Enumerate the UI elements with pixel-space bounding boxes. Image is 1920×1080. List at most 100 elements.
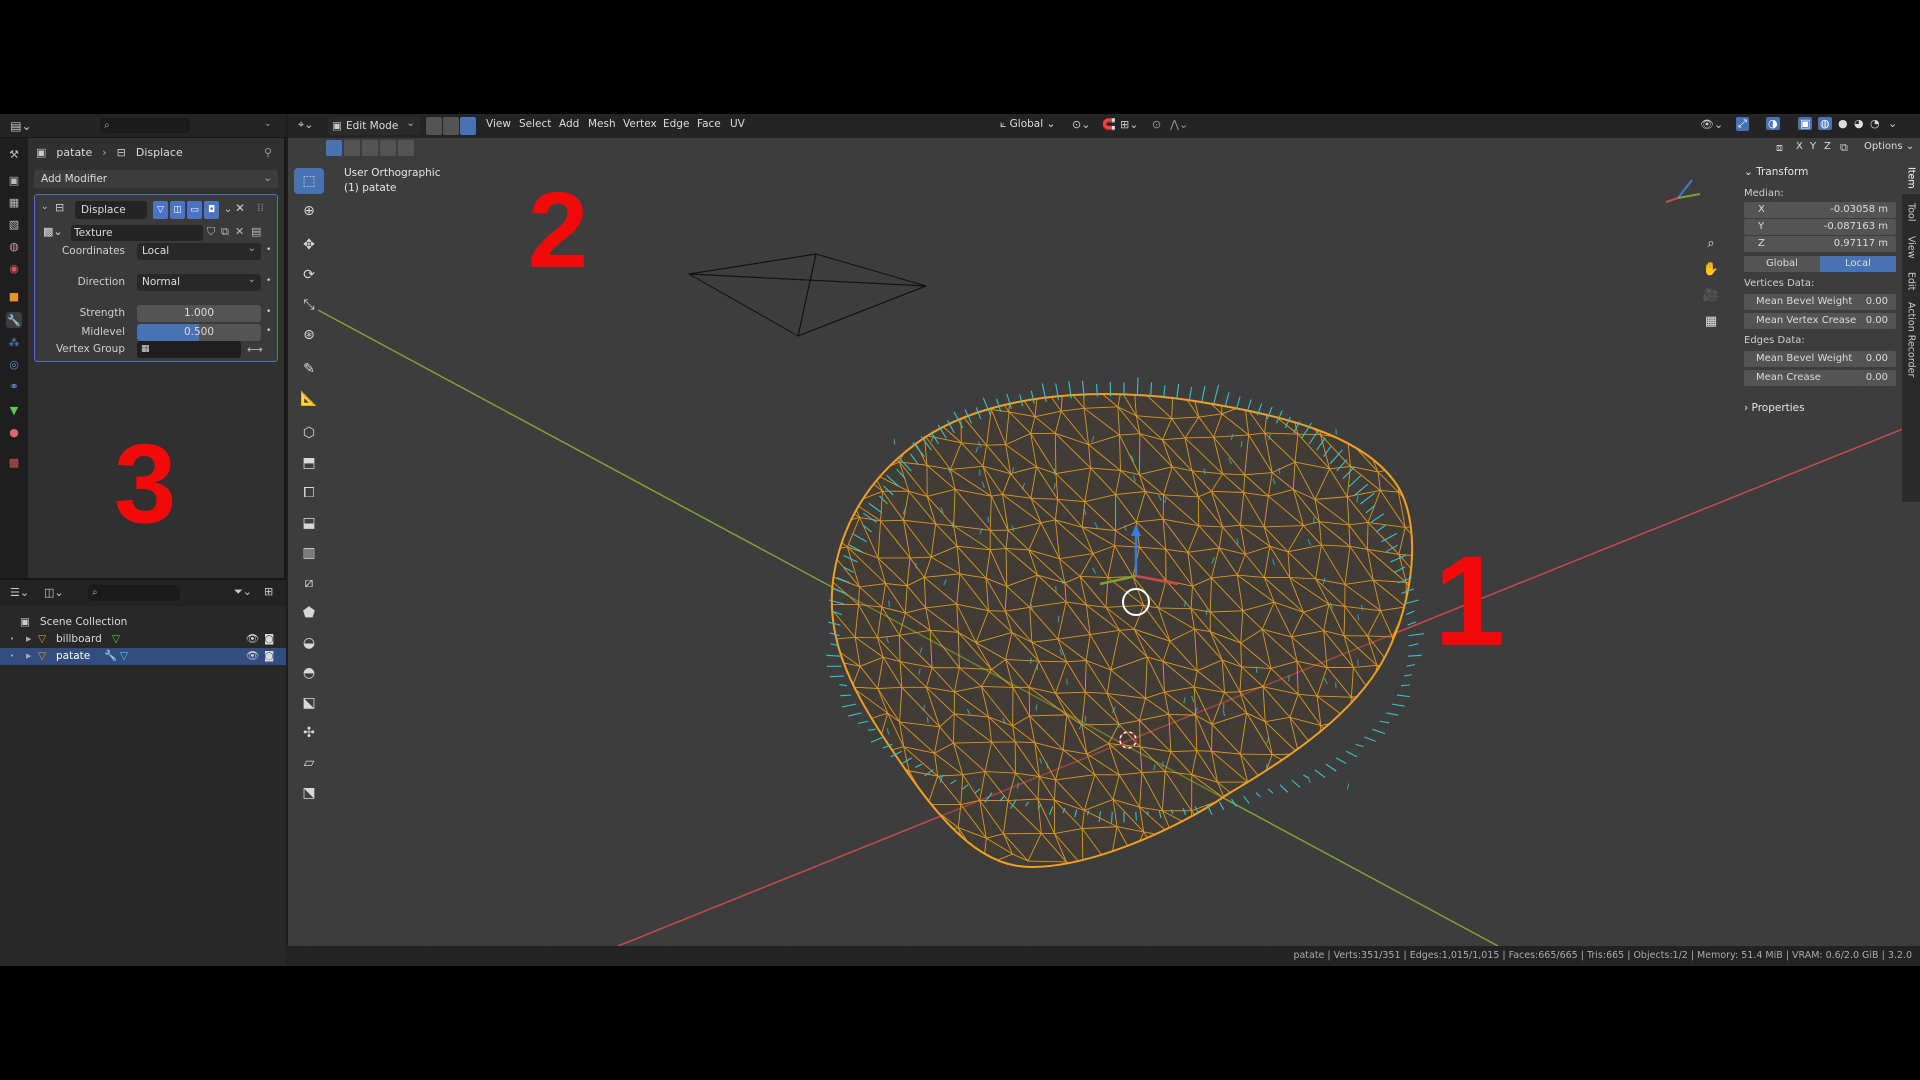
outliner-search-input[interactable]: ⌕ <box>88 585 180 601</box>
select-intersect-icon[interactable] <box>398 140 414 156</box>
bevel-tool-icon[interactable]: ⬓ <box>294 510 324 536</box>
keyframe-dot-icon[interactable]: • <box>266 245 271 255</box>
data-tab-icon[interactable]: ▼ <box>6 402 22 418</box>
physics-tab-icon[interactable]: ◎ <box>6 356 22 372</box>
rendered-shading-icon[interactable]: ◔ <box>1870 117 1880 130</box>
unlink-texture-icon[interactable]: ✕ <box>235 225 244 238</box>
output-tab-icon[interactable]: ▦ <box>6 194 22 210</box>
move-tool-icon[interactable]: ✥ <box>294 232 324 258</box>
menu-edge[interactable]: Edge <box>663 118 689 130</box>
vertex-select-icon[interactable] <box>426 117 442 135</box>
camera-render-icon[interactable]: ◙ <box>264 648 274 665</box>
spin-tool-icon[interactable]: ◒ <box>294 630 324 656</box>
falloff-icon[interactable]: ⋀⌄ <box>1170 118 1188 131</box>
render-tab-icon[interactable]: ▣ <box>6 172 22 188</box>
edge-slide-tool-icon[interactable]: ⬕ <box>294 690 324 716</box>
face-select-icon[interactable] <box>460 117 476 135</box>
on-cage-icon[interactable]: ▽ <box>153 201 168 219</box>
realtime-icon[interactable]: ▭ <box>187 201 202 219</box>
expand-triangle-icon[interactable]: ▶ <box>26 631 31 648</box>
scale-tool-icon[interactable]: ⤡ <box>294 292 324 318</box>
drag-handle-icon[interactable]: ⁞⁞ <box>257 201 264 214</box>
remove-modifier-icon[interactable]: ✕ <box>235 201 245 215</box>
new-texture-icon[interactable]: ⧉ <box>221 225 229 239</box>
median-z-field[interactable]: Z 0.97117 m <box>1744 236 1896 252</box>
local-button[interactable]: Local <box>1820 256 1896 272</box>
smooth-tool-icon[interactable]: ◓ <box>294 660 324 686</box>
edge-bevel-weight-field[interactable]: Mean Bevel Weight 0.00 <box>1744 351 1896 367</box>
pin-icon[interactable]: ⚲ <box>264 146 272 159</box>
extrude-tool-icon[interactable]: ⬒ <box>294 450 324 476</box>
invert-vertex-group-icon[interactable]: ⟷ <box>247 343 263 356</box>
overlay-toggle-icon[interactable]: ◑ <box>1766 117 1780 130</box>
add-modifier-button[interactable]: Add Modifier ⌄ <box>34 170 278 188</box>
edit-mode-icon[interactable]: ◫ <box>170 201 185 219</box>
chevron-down-icon[interactable]: ⌄ <box>264 119 272 129</box>
mirror-z-toggle[interactable]: Z <box>1824 141 1831 152</box>
menu-vertex[interactable]: Vertex <box>623 118 657 130</box>
fake-user-icon[interactable]: ⛉ <box>207 225 215 239</box>
gizmo-toggle-icon[interactable]: ⤢ <box>1736 117 1749 131</box>
view-layer-tab-icon[interactable]: ▧ <box>6 216 22 232</box>
median-x-field[interactable]: X -0.03058 m <box>1744 202 1896 218</box>
global-button[interactable]: Global <box>1744 256 1820 272</box>
camera-view-icon[interactable]: 🎥 <box>1700 284 1722 306</box>
transform-panel-header[interactable]: ⌄ Transform <box>1740 162 1900 182</box>
ortho-grid-icon[interactable]: ▦ <box>1700 310 1722 332</box>
material-tab-icon[interactable]: ● <box>6 424 22 440</box>
texture-tab-icon[interactable]: ▩ <box>6 454 22 470</box>
display-mode-icon[interactable]: ◫⌄ <box>44 586 64 599</box>
editor-type-icon[interactable]: ▤⌄ <box>8 117 34 135</box>
midlevel-slider[interactable]: 0.500 <box>137 324 261 341</box>
new-collection-icon[interactable]: ⊞ <box>264 585 273 598</box>
shading-options-icon[interactable]: ⌄ <box>1888 117 1897 130</box>
direction-dropdown[interactable]: Normal <box>137 271 261 291</box>
visibility-selectability-icon[interactable]: 👁⌄ <box>1700 118 1723 131</box>
vertex-group-field[interactable]: ▦ <box>137 341 241 358</box>
material-shading-icon[interactable]: ◕ <box>1854 117 1864 130</box>
shear-tool-icon[interactable]: ▱ <box>294 750 324 776</box>
select-box-icon[interactable] <box>326 140 342 156</box>
xray-toggle-icon[interactable]: ▣ <box>1798 117 1813 130</box>
snap-icon[interactable]: 🧲 <box>1102 118 1116 131</box>
outliner-item-billboard[interactable]: • ▶ ▽ billboard ▽ 👁 ◙ <box>0 631 286 648</box>
strength-field[interactable]: 1.000 <box>137 305 261 322</box>
proportional-edit-icon[interactable]: ⊙ <box>1152 118 1161 131</box>
tab-tool[interactable]: Tool <box>1902 196 1920 228</box>
select-extend-icon[interactable] <box>344 140 360 156</box>
select-subtract-icon[interactable] <box>362 140 378 156</box>
mean-bevel-weight-field[interactable]: Mean Bevel Weight 0.00 <box>1744 294 1896 310</box>
keyframe-dot-icon[interactable]: • <box>266 307 271 317</box>
menu-select[interactable]: Select <box>519 118 551 130</box>
wireframe-shading-icon[interactable]: ◍ <box>1818 117 1832 130</box>
transform-tool-icon[interactable]: ⊛ <box>294 322 324 348</box>
knife-tool-icon[interactable]: ⧄ <box>294 570 324 596</box>
modifier-tab-icon[interactable]: 🔧 <box>6 312 22 328</box>
expand-triangle-icon[interactable]: ▶ <box>26 648 31 665</box>
3d-viewport[interactable]: ⌖⌄ ▣ Edit Mode ⌄ View Select Add Mesh Ve… <box>288 114 1920 946</box>
menu-face[interactable]: Face <box>697 118 721 130</box>
visibility-eye-icon[interactable]: 👁 <box>246 648 259 665</box>
select-invert-icon[interactable] <box>380 140 396 156</box>
filter-icon[interactable]: ⏷⌄ <box>234 585 252 599</box>
shrink-fatten-tool-icon[interactable]: ✣ <box>294 720 324 746</box>
keyframe-dot-icon[interactable]: • <box>266 326 271 336</box>
constraints-tab-icon[interactable]: ⚭ <box>6 378 22 394</box>
tab-item[interactable]: Item <box>1902 162 1920 194</box>
mode-selector[interactable]: ▣ Edit Mode ⌄ <box>328 117 420 135</box>
mean-vertex-crease-field[interactable]: Mean Vertex Crease 0.00 <box>1744 313 1896 329</box>
world-tab-icon[interactable]: ◉ <box>6 260 22 276</box>
menu-uv[interactable]: UV <box>730 118 745 130</box>
camera-render-icon[interactable]: ◙ <box>264 631 274 648</box>
transform-orientation-dropdown[interactable]: ⟀ Global ⌄ <box>1000 118 1055 131</box>
outliner-item-patate[interactable]: • ▶ ▽ patate 🔧 ▽ 👁 ◙ <box>0 648 286 665</box>
median-y-field[interactable]: Y -0.087163 m <box>1744 219 1896 235</box>
visibility-eye-icon[interactable]: 👁 <box>246 631 259 648</box>
menu-add[interactable]: Add <box>559 118 579 130</box>
menu-view[interactable]: View <box>486 118 511 130</box>
mirror-icon[interactable]: ⧈ <box>1776 141 1783 155</box>
auto-merge-icon[interactable]: ⧉ <box>1840 141 1848 155</box>
properties-panel-header[interactable]: › Properties <box>1740 398 1900 418</box>
tool-tab-icon[interactable]: ⚒ <box>6 146 22 162</box>
object-tab-icon[interactable]: ■ <box>6 288 22 304</box>
